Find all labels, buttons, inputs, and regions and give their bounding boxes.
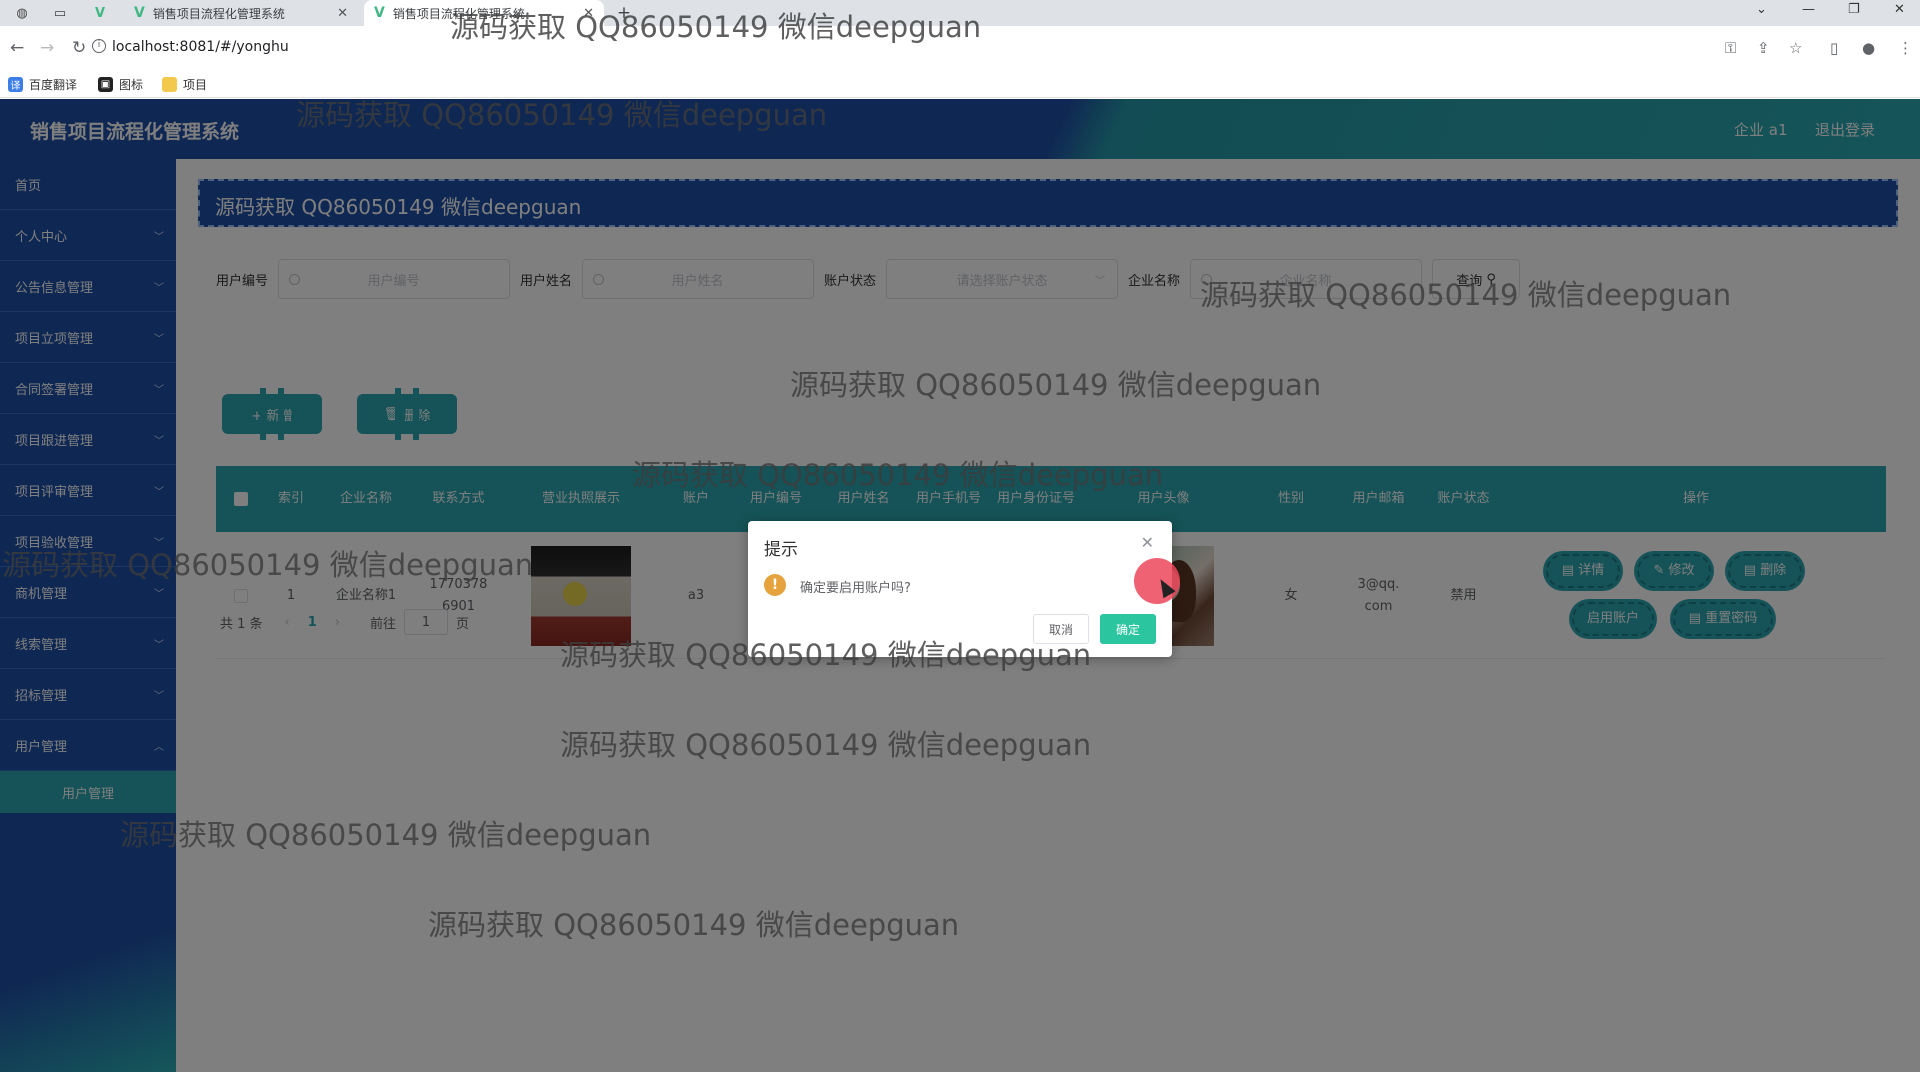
minimize-icon[interactable]: — bbox=[1802, 2, 1815, 17]
share-icon[interactable]: ⇪ bbox=[1757, 39, 1770, 57]
close-icon[interactable]: ✕ bbox=[1141, 533, 1154, 552]
site-info-icon[interactable]: i bbox=[92, 39, 106, 53]
tab-search-icon[interactable]: ⌄ bbox=[1756, 2, 1767, 17]
bookmark-label: 项目 bbox=[183, 78, 208, 92]
profile-icon[interactable]: ● bbox=[1862, 39, 1875, 57]
sidepanel-icon[interactable]: ▯ bbox=[1830, 39, 1838, 57]
reload-icon[interactable]: ↻ bbox=[72, 38, 86, 58]
address-bar: ← → ↻ i localhost:8081/#/yonghu ⚿ ⇪ ☆ ▯ … bbox=[0, 26, 1920, 72]
translate-icon: 译 bbox=[8, 77, 23, 92]
browser-tab-title: 销售项目流程化管理系统 bbox=[392, 6, 525, 21]
key-icon[interactable]: ⚿ bbox=[1725, 39, 1736, 57]
dialog-title: 提示 bbox=[764, 540, 798, 560]
image-icon: ▣ bbox=[98, 77, 113, 92]
vue-tab-icon[interactable]: V bbox=[88, 3, 112, 23]
bookmark-label: 图标 bbox=[119, 78, 144, 92]
warning-icon: ! bbox=[764, 574, 786, 596]
bookmark-translate[interactable]: 译 百度翻译 bbox=[8, 76, 77, 93]
confirm-dialog: 提示 ✕ ! 确定要启用账户吗? 取消 确定 bbox=[748, 521, 1172, 657]
bookmarks-bar: 译 百度翻译 ▣ 图标 项目 bbox=[0, 72, 1920, 98]
vue-logo-icon: V bbox=[374, 5, 385, 21]
url-text[interactable]: localhost:8081/#/yonghu bbox=[112, 39, 289, 55]
forward-icon[interactable]: → bbox=[40, 38, 54, 58]
folder-icon bbox=[162, 77, 177, 92]
bookmark-project[interactable]: 项目 bbox=[162, 76, 207, 93]
close-window-icon[interactable]: ✕ bbox=[1894, 2, 1905, 17]
star-icon[interactable]: ☆ bbox=[1789, 39, 1802, 57]
browser-tab-title: 销售项目流程化管理系统 bbox=[152, 6, 285, 21]
cancel-button[interactable]: 取消 bbox=[1033, 614, 1089, 644]
browser-tabbar: ◍ ▭ V V 销售项目流程化管理系统 ✕ V 销售项目流程化管理系统 ✕ + … bbox=[0, 0, 1920, 26]
new-tab-icon[interactable]: + bbox=[612, 3, 636, 23]
confirm-button[interactable]: 确定 bbox=[1100, 614, 1156, 644]
close-tab-icon[interactable]: ✕ bbox=[337, 6, 348, 21]
restore-icon[interactable]: ❐ bbox=[1848, 2, 1860, 17]
vue-logo-icon: V bbox=[134, 5, 145, 21]
chrome-icon[interactable]: ◍ bbox=[10, 3, 34, 23]
back-icon[interactable]: ← bbox=[10, 38, 24, 58]
menu-icon[interactable]: ⋮ bbox=[1898, 39, 1913, 57]
blank-tab-icon[interactable]: ▭ bbox=[48, 3, 72, 23]
browser-tab-1[interactable]: V 销售项目流程化管理系统 ✕ bbox=[124, 0, 358, 26]
bookmark-label: 百度翻译 bbox=[29, 78, 78, 92]
dialog-message: 确定要启用账户吗? bbox=[800, 581, 911, 596]
browser-tab-2[interactable]: V 销售项目流程化管理系统 ✕ bbox=[364, 0, 604, 26]
bookmark-icons[interactable]: ▣ 图标 bbox=[98, 76, 143, 93]
close-tab-icon[interactable]: ✕ bbox=[583, 6, 594, 21]
